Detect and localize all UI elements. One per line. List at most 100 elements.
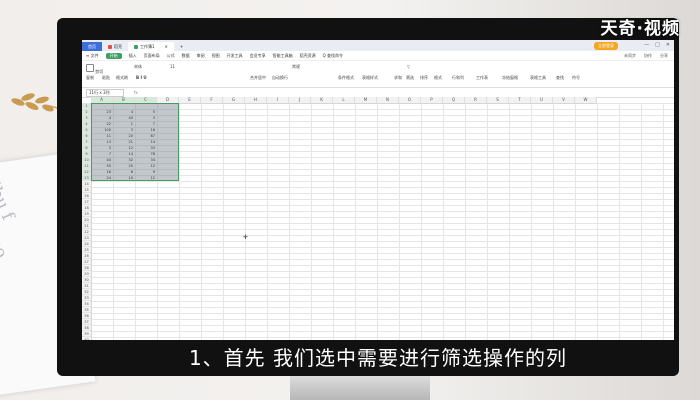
- sum-label: 求和: [394, 75, 402, 80]
- share-button[interactable]: 分享: [660, 53, 668, 59]
- column-header-p[interactable]: P: [421, 97, 443, 103]
- column-header-l[interactable]: L: [333, 97, 355, 103]
- worksheet-label: 工作表: [476, 75, 488, 80]
- maximize-icon[interactable]: □: [655, 42, 660, 48]
- font-label: 宋体: [134, 64, 142, 69]
- worksheet-button[interactable]: 工作表: [476, 75, 488, 81]
- format-painter-label: 格式刷: [116, 75, 128, 80]
- window-controls: — □ ✕: [644, 42, 670, 48]
- column-b-values: 4 40 1 3 20 21 12 14 32 20 6 10: [113, 103, 135, 181]
- conditional-format-button[interactable]: 条件格式: [338, 75, 354, 81]
- tab-label: 稻壳: [114, 43, 122, 49]
- menu-formula[interactable]: 公式: [167, 53, 175, 59]
- spreadsheet-app: 首页 稻壳 工作簿1 ✕ + 立即登录 — □ ✕ ≡ 文件 开始 插入 页面布局…: [82, 40, 674, 340]
- table-style-label: 表格样式: [362, 75, 378, 80]
- sum-button[interactable]: 求和: [394, 75, 402, 81]
- menu-smart-tools[interactable]: 智能工具箱: [273, 53, 293, 59]
- column-header-h[interactable]: H: [245, 97, 267, 103]
- column-header-n[interactable]: N: [377, 97, 399, 103]
- menu-start[interactable]: 开始: [105, 52, 122, 59]
- copy-button[interactable]: 复制: [86, 75, 94, 81]
- filter-button[interactable]: 筛选: [406, 75, 414, 81]
- column-header-e[interactable]: E: [179, 97, 201, 103]
- bold-icon[interactable]: B I U: [136, 75, 147, 80]
- collaborate-button[interactable]: 协作: [644, 53, 652, 59]
- column-header-m[interactable]: M: [355, 97, 377, 103]
- freeze-panes-button[interactable]: 冻结窗格: [502, 75, 518, 81]
- file-menu[interactable]: ≡ 文件: [86, 53, 99, 59]
- find-button[interactable]: 查找: [556, 75, 564, 81]
- merge-center-button[interactable]: 合并居中: [250, 75, 266, 81]
- symbol-label: 符号: [572, 75, 580, 80]
- filter-icon[interactable]: ▽: [407, 64, 410, 69]
- fx-icon[interactable]: fx: [134, 90, 138, 95]
- freeze-label: 冻结窗格: [502, 75, 518, 80]
- menu-view[interactable]: 视图: [212, 53, 220, 59]
- sync-status[interactable]: 未同步: [624, 53, 636, 59]
- menu-page-layout[interactable]: 页面布局: [144, 53, 160, 59]
- column-a-values: 23 4 22 100 11 13 3 7 44 55 16 24: [91, 103, 113, 181]
- sort-button[interactable]: 排序: [420, 75, 428, 81]
- column-header-f[interactable]: F: [201, 97, 223, 103]
- wrap-text-button[interactable]: 自动换行: [272, 75, 288, 81]
- menu-developer[interactable]: 开发工具: [227, 53, 243, 59]
- find-label: 查找: [556, 75, 564, 80]
- tab-docer[interactable]: 稻壳: [102, 42, 128, 51]
- font-size-select[interactable]: 11: [170, 64, 175, 69]
- number-format-label: 常规: [292, 64, 300, 69]
- format-painter-button[interactable]: 格式刷: [116, 75, 128, 81]
- menu-docer-resources[interactable]: 稻壳资源: [300, 53, 316, 59]
- cell-value[interactable]: 10: [113, 175, 135, 181]
- minimize-icon[interactable]: —: [644, 42, 649, 48]
- column-header-t[interactable]: T: [509, 97, 531, 103]
- column-header-s[interactable]: S: [487, 97, 509, 103]
- login-button[interactable]: 立即登录: [594, 42, 618, 50]
- column-header-v[interactable]: V: [553, 97, 575, 103]
- watermark-logo: 天奇·视频: [600, 19, 680, 39]
- column-header-g[interactable]: G: [223, 97, 245, 103]
- paste-button[interactable]: 粘贴: [102, 75, 110, 81]
- font-select[interactable]: 宋体: [134, 64, 142, 70]
- tab-label: 工作簿1: [140, 43, 155, 49]
- cell-value[interactable]: 12: [135, 175, 157, 181]
- menu-review[interactable]: 审阅: [197, 53, 205, 59]
- menu-data[interactable]: 数据: [182, 53, 190, 59]
- close-icon[interactable]: ✕: [165, 44, 168, 49]
- video-subtitle: 1、首先 我们选中需要进行筛选操作的列: [188, 346, 568, 370]
- sheet-grid[interactable]: ABCDEFGHIJKLMNOPQRSTUVW 1 2 3 4 5 6 7 8 9 10 11 12 1…: [82, 97, 674, 340]
- format-label: 格式: [434, 75, 442, 80]
- column-header-k[interactable]: K: [311, 97, 333, 103]
- column-header-q[interactable]: Q: [443, 97, 465, 103]
- tab-home[interactable]: 首页: [82, 42, 102, 51]
- sort-label: 排序: [420, 75, 428, 80]
- column-header-i[interactable]: I: [267, 97, 289, 103]
- tab-workbook[interactable]: 工作簿1 ✕: [128, 42, 174, 51]
- row-header-40[interactable]: 40: [82, 337, 91, 340]
- table-tools-button[interactable]: 表格工具: [530, 75, 546, 81]
- column-header-w[interactable]: W: [575, 97, 597, 103]
- rows-columns-button[interactable]: 行和列: [452, 75, 464, 81]
- merge-label: 合并居中: [250, 75, 266, 80]
- docer-icon: [108, 44, 112, 49]
- format-button[interactable]: 格式: [434, 75, 442, 81]
- cell-value[interactable]: 24: [91, 175, 113, 181]
- font-size-label: 11: [170, 64, 176, 69]
- table-tools-label: 表格工具: [530, 75, 546, 80]
- rows-columns-label: 行和列: [452, 75, 464, 80]
- sheet-icon: [134, 44, 138, 49]
- menu-insert[interactable]: 插入: [129, 53, 137, 59]
- column-header-r[interactable]: R: [465, 97, 487, 103]
- column-header-o[interactable]: O: [399, 97, 421, 103]
- search-command[interactable]: Q 查找命令: [323, 53, 343, 59]
- close-window-icon[interactable]: ✕: [666, 42, 670, 48]
- new-tab-button[interactable]: +: [174, 42, 189, 51]
- tab-bar: 首页 稻壳 工作簿1 ✕ + 立即登录 — □ ✕: [82, 40, 674, 51]
- menu-member[interactable]: 会员专享: [250, 53, 266, 59]
- table-style-button[interactable]: 表格样式: [362, 75, 378, 81]
- column-header-u[interactable]: U: [531, 97, 553, 103]
- name-box[interactable]: 11行 x 3列: [86, 88, 124, 97]
- column-header-j[interactable]: J: [289, 97, 311, 103]
- symbol-button[interactable]: 符号: [572, 75, 580, 81]
- cut-button[interactable]: 剪切: [86, 64, 103, 75]
- number-format-select[interactable]: 常规: [292, 64, 300, 70]
